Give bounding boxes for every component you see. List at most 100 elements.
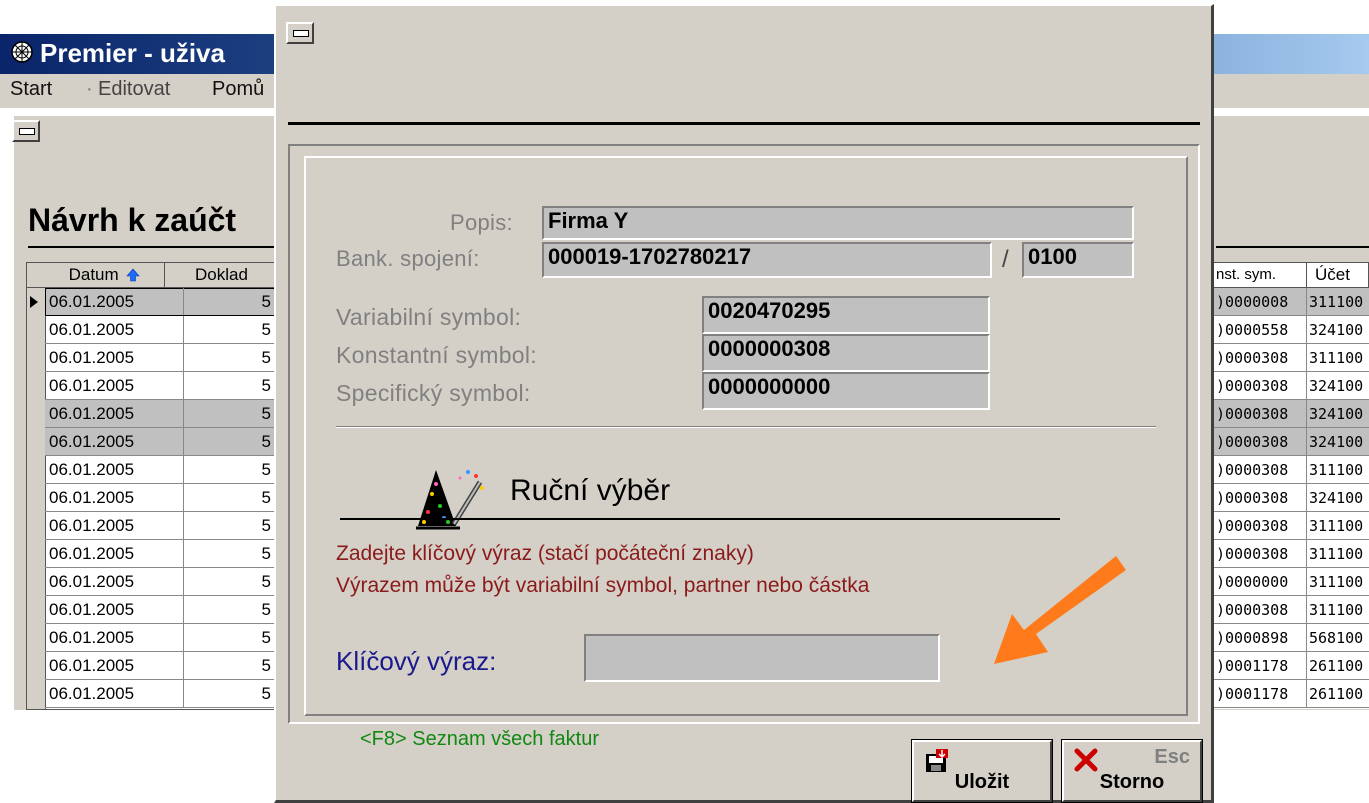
row-account: 568100 xyxy=(1309,629,1364,647)
table-row[interactable]: )0000898 568100 xyxy=(1214,624,1369,652)
cancel-button-label: Storno xyxy=(1099,771,1165,793)
row-document: 5 xyxy=(261,404,271,423)
column-divider xyxy=(1306,540,1307,567)
row-const-symbol: )0000308 xyxy=(1216,461,1289,479)
table-row[interactable]: )0000008 311100 xyxy=(1214,288,1369,316)
table-row[interactable]: 06.01.2005 5 xyxy=(45,456,279,484)
menu-edit[interactable]: Editovat xyxy=(98,78,170,101)
row-date: 06.01.2005 xyxy=(49,600,135,619)
table-row[interactable]: )0000308 324100 xyxy=(1214,372,1369,400)
table-row[interactable]: )0000308 311100 xyxy=(1214,456,1369,484)
invoice-selection-dialog: Popis: Firma Y Bank. spojení: 000019-170… xyxy=(274,4,1214,803)
row-account: 324100 xyxy=(1309,377,1364,395)
row-const-symbol: )0000308 xyxy=(1216,349,1289,367)
column-divider xyxy=(1306,624,1307,651)
row-const-symbol: )0001178 xyxy=(1216,657,1289,675)
dialog-system-menu-button[interactable] xyxy=(286,22,314,44)
table-row[interactable]: 06.01.2005 5 xyxy=(45,344,279,372)
records-grid-left[interactable]: Datum Doklad 06.01.2005 5 06.01.2005 5 06.01… xyxy=(26,262,280,710)
records-grid-right[interactable]: nst. sym. Účet )0000008 311100 )0000558 324… xyxy=(1214,262,1369,709)
table-row[interactable]: 06.01.2005 5 xyxy=(45,652,279,680)
table-row[interactable]: 06.01.2005 5 xyxy=(45,596,279,624)
cancel-button[interactable]: Esc Storno xyxy=(1061,739,1203,803)
row-const-symbol: )0000308 xyxy=(1216,405,1289,423)
save-button[interactable]: Uložit xyxy=(911,739,1053,803)
table-row[interactable]: 06.01.2005 5 xyxy=(45,372,279,400)
row-account: 324100 xyxy=(1309,405,1364,423)
row-document: 5 xyxy=(261,656,271,675)
row-date: 06.01.2005 xyxy=(49,432,135,451)
dialog-header-divider xyxy=(288,122,1200,125)
table-row[interactable]: 06.01.2005 5 xyxy=(45,316,279,344)
column-header-const-symbol[interactable]: nst. sym. xyxy=(1214,263,1307,287)
row-const-symbol: )0000308 xyxy=(1216,517,1289,535)
row-const-symbol: )0001178 xyxy=(1216,685,1289,703)
column-header-date-label: Datum xyxy=(68,265,119,284)
table-row[interactable]: 06.01.2005 5 xyxy=(45,512,279,540)
row-document: 5 xyxy=(261,376,271,395)
row-const-symbol: )0000008 xyxy=(1216,293,1289,311)
column-divider xyxy=(183,316,184,343)
save-button-label: Uložit xyxy=(954,771,1010,793)
column-divider xyxy=(183,484,184,511)
magic-hat-wand-icon xyxy=(416,470,484,530)
column-divider xyxy=(183,428,184,455)
row-date: 06.01.2005 xyxy=(49,544,135,563)
column-divider xyxy=(1306,400,1307,427)
table-row[interactable]: )0001178 261100 xyxy=(1214,680,1369,708)
table-row[interactable]: 06.01.2005 5 xyxy=(45,484,279,512)
row-document: 5 xyxy=(261,320,271,339)
row-date: 06.01.2005 xyxy=(49,404,135,423)
table-row[interactable]: )0000308 311100 xyxy=(1214,344,1369,372)
title-divider xyxy=(28,246,276,248)
row-document: 5 xyxy=(261,516,271,535)
table-row[interactable]: )0000308 324100 xyxy=(1214,428,1369,456)
table-row[interactable]: )0000308 324100 xyxy=(1214,484,1369,512)
row-const-symbol: )0000308 xyxy=(1216,377,1289,395)
table-row[interactable]: 06.01.2005 5 xyxy=(45,568,279,596)
row-indicator-column xyxy=(27,263,46,709)
variable-symbol-label: Variabilní symbol: xyxy=(336,304,522,330)
bank-account-label: Bank. spojení: xyxy=(336,246,480,271)
column-divider xyxy=(183,596,184,623)
row-date: 06.01.2005 xyxy=(49,628,135,647)
menu-help[interactable]: Pomů xyxy=(212,78,264,101)
column-divider xyxy=(183,400,184,427)
table-row[interactable]: )0000000 311100 xyxy=(1214,568,1369,596)
row-document: 5 xyxy=(261,432,271,451)
table-row[interactable]: 06.01.2005 5 xyxy=(45,400,279,428)
f8-invoice-list-hint[interactable]: <F8> Seznam všech faktur xyxy=(360,728,599,751)
table-row[interactable]: )0000558 324100 xyxy=(1214,316,1369,344)
row-date: 06.01.2005 xyxy=(49,292,135,311)
keyword-input[interactable] xyxy=(584,634,940,682)
section-separator xyxy=(336,426,1156,428)
row-account: 311100 xyxy=(1309,293,1364,311)
column-header-document[interactable]: Doklad xyxy=(165,263,279,287)
table-row[interactable]: )0000308 311100 xyxy=(1214,512,1369,540)
menu-start[interactable]: Start xyxy=(10,78,52,101)
cancel-shortcut-label: Esc xyxy=(1154,746,1190,768)
orange-pointer-arrow-icon xyxy=(994,556,1126,664)
table-row[interactable]: 06.01.2005 5 xyxy=(45,540,279,568)
table-row[interactable]: 06.01.2005 5 xyxy=(45,624,279,652)
row-account: 311100 xyxy=(1309,545,1364,563)
column-divider xyxy=(1306,512,1307,539)
bg-system-menu-button[interactable] xyxy=(12,120,40,142)
table-row[interactable]: )0000308 324100 xyxy=(1214,400,1369,428)
row-const-symbol: )0000308 xyxy=(1216,489,1289,507)
column-header-account[interactable]: Účet xyxy=(1307,263,1369,287)
table-row[interactable]: )0001178 261100 xyxy=(1214,652,1369,680)
table-row[interactable]: )0000308 311100 xyxy=(1214,596,1369,624)
column-header-date[interactable]: Datum xyxy=(45,263,165,287)
table-row[interactable]: 06.01.2005 5 xyxy=(45,680,279,708)
row-const-symbol: )0000308 xyxy=(1216,545,1289,563)
table-row[interactable]: 06.01.2005 5 xyxy=(45,288,279,316)
table-row[interactable]: )0000308 311100 xyxy=(1214,540,1369,568)
page-title: Návrh k zaúčt xyxy=(28,202,237,238)
row-date: 06.01.2005 xyxy=(49,684,135,703)
grid-header: Datum Doklad xyxy=(27,263,279,288)
row-date: 06.01.2005 xyxy=(49,656,135,675)
table-row[interactable]: 06.01.2005 5 xyxy=(45,428,279,456)
column-divider xyxy=(1306,652,1307,679)
column-divider xyxy=(1306,372,1307,399)
